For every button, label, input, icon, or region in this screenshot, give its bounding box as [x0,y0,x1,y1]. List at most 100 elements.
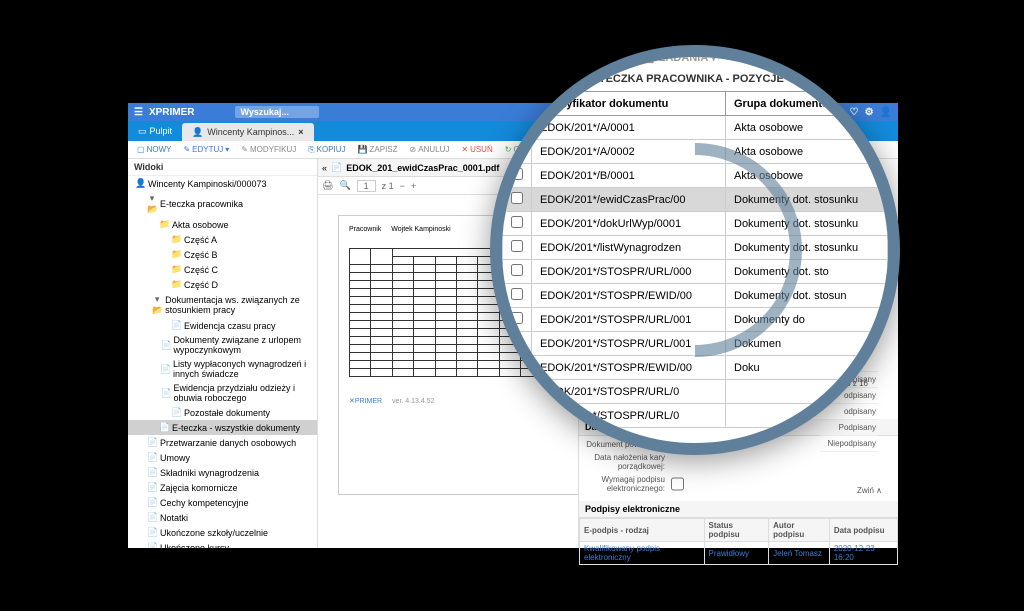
require-signature-checkbox[interactable] [671,475,684,493]
search-input[interactable]: Wyszukaj... [235,106,319,118]
zoom-out-icon[interactable]: − [400,181,405,191]
cancel-button[interactable]: ⊘ ANULUJ [405,143,455,156]
cell-grupa: Dokumenty dot. stosunku [726,236,888,260]
sidebar-item[interactable]: 📁Część B [128,247,317,262]
row-checkbox-cell[interactable] [503,116,532,140]
tab-worker[interactable]: 👤 Wincenty Kampinos... × [182,123,314,141]
row-checkbox-cell[interactable] [503,260,532,284]
row-checkbox[interactable] [511,144,523,156]
sidebar-item[interactable]: 📄Ukończone kursy [128,540,317,548]
row-checkbox[interactable] [511,240,523,252]
table-row[interactable]: EDOK/201*/STOSPR/URL/000Dokumenty dot. s… [503,260,888,284]
table-row[interactable]: EDOK/201*/STOSPR/URL/0 [503,380,888,404]
table-row[interactable]: EDOK/201*/ewidCzasPrac/00Dokumenty dot. … [503,188,888,212]
sidebar-item[interactable]: 📁Akta osobowe [128,217,317,232]
sidebar-item-label: Cechy kompetencyjne [160,498,249,508]
table-row[interactable]: EDOK/201*/STOSPR/URL/001Dokumen [503,332,888,356]
sidebar-item[interactable]: ▾📂E-teczka pracownika [128,191,317,217]
new-button[interactable]: ▢ NOWY [132,143,176,156]
save-button[interactable]: 💾 ZAPISZ [353,143,403,156]
row-checkbox[interactable] [511,408,523,420]
zoom-in-icon[interactable]: + [411,181,416,191]
table-row[interactable]: EDOK/201*/STOSPR/URL/001Dokumenty do [503,308,888,332]
row-checkbox-cell[interactable] [503,236,532,260]
sidebar-item[interactable]: ▾📂Dokumentacja ws. związanych ze stosunk… [128,292,317,318]
row-checkbox[interactable] [511,288,523,300]
sidebar-item[interactable]: 📄Listy wypłaconych wynagrodzeń i innych … [128,357,317,381]
row-checkbox-cell[interactable] [503,380,532,404]
edit-button[interactable]: ✎ EDYTUJ ▾ [178,143,234,156]
row-checkbox-cell[interactable] [503,164,532,188]
table-row[interactable]: EDOK/201*/dokUrlWyp/0001Dokumenty dot. s… [503,212,888,236]
row-checkbox-cell[interactable] [503,284,532,308]
sidebar-item[interactable]: 📄Umowy [128,450,317,465]
row-checkbox[interactable] [511,264,523,276]
row-checkbox-cell[interactable] [503,140,532,164]
copy-button[interactable]: ⎘ KOPIUJ [303,143,350,157]
row-checkbox[interactable] [511,336,523,348]
col-id[interactable]: Identyfikator dokumentu [532,92,726,116]
email-button[interactable]: ✉ EMAIL [726,51,773,64]
close-icon[interactable]: × [298,127,303,137]
row-checkbox[interactable] [511,168,523,180]
table-row[interactable]: EDOK/201*/A/0001Akta osobowe [503,116,888,140]
sidebar-item[interactable]: 📄Ewidencja przydziału odzieży i obuwia r… [128,381,317,405]
table-row[interactable]: EDOK/201*/A/0002Akta osobowe [503,140,888,164]
sidebar-item[interactable]: 📄Przetwarzanie danych osobowych [128,435,317,450]
sidebar-item[interactable]: 📁Część C [128,262,317,277]
sidebar-item[interactable]: 📄Ukończone szkoły/uczelnie [128,525,317,540]
wszystkie-link[interactable]: Wszy [799,73,827,85]
row-checkbox-cell[interactable] [503,188,532,212]
sidebar-item[interactable]: 📄Notatki [128,510,317,525]
cell-grupa [726,404,888,428]
table-row[interactable]: EDOK/201*/STOSPR/EWID/00Doku [503,356,888,380]
sidebar-item[interactable]: 📁Część D [128,277,317,292]
zwin-link[interactable]: Zwiń ∧ [857,486,882,495]
row-checkbox-cell[interactable] [503,404,532,428]
mag-title: E-TECZKA PRACOWNIKA - POZYCJE [588,73,784,85]
row-checkbox[interactable] [511,216,523,228]
sidebar-item[interactable]: 📄Dokumenty związane z urlopem wypoczynko… [128,333,317,357]
row-checkbox[interactable] [511,312,523,324]
cell-grupa: Akta osobowe [726,140,888,164]
sidebar-item[interactable]: 👤Wincenty Kampinoski/000073 [128,176,317,191]
sidebar-item[interactable]: 📄Składniki wynagrodzenia [128,465,317,480]
zadania-button[interactable]: 📋 ZADANIA ▾ [642,51,716,64]
row-checkbox[interactable] [511,192,523,204]
row-checkbox-cell[interactable] [503,332,532,356]
sidebar-item-label: Część D [184,280,218,290]
row-checkbox-cell[interactable] [503,308,532,332]
search-icon[interactable]: 🔍 [339,180,350,191]
row-checkbox[interactable] [511,384,523,396]
sidebar-item[interactable]: 📄Ewidencja czasu pracy [128,318,317,333]
col-grupa[interactable]: Grupa dokumentów [726,92,888,116]
magnifier-overlay: 📋 ZADANIA ▾ ✉ EMAIL ⚙ E-TECZKA PRACOWNIK… [490,45,900,455]
page-number[interactable]: 1 [357,180,376,192]
table-row[interactable]: EDOK/201*/STOSPR/EWID/00Dokumenty dot. s… [503,284,888,308]
sidebar-item[interactable]: 📄Zajęcia komornicze [128,480,317,495]
tab-label: Wincenty Kampinos... [207,127,294,137]
row-checkbox[interactable] [511,120,523,132]
select-all-checkbox[interactable] [511,96,523,108]
tab-pulpit[interactable]: ▭ Pulpit [128,121,182,141]
signature-row[interactable]: Kwalifikowany podpis elektroniczny Prawi… [580,542,898,565]
collapse-icon[interactable]: « [322,163,327,173]
dropdown-icon[interactable]: ▾ [788,72,794,85]
row-checkbox-cell[interactable] [503,212,532,236]
print-icon[interactable]: 🖨 [322,180,333,191]
menu-icon[interactable]: ☰ [134,107,143,118]
row-checkbox[interactable] [511,360,523,372]
table-row[interactable]: EDOK/201*/B/0001Akta osobowe [503,164,888,188]
select-all-cell[interactable] [503,92,532,116]
sidebar-item[interactable]: 📄Cechy kompetencyjne [128,495,317,510]
delete-button[interactable]: ✕ USUŃ [456,143,497,156]
sidebar-item[interactable]: 📁Część A [128,232,317,247]
table-row[interactable]: EDOK/201*/listWynagrodzenDokumenty dot. … [503,236,888,260]
sidebar-item[interactable]: 📄Pozostałe dokumenty [128,405,317,420]
table-row[interactable]: EDOK/201*/STOSPR/URL/0 [503,404,888,428]
gear-icon[interactable]: ⚙ [572,72,582,85]
row-checkbox-cell[interactable] [503,356,532,380]
doc-icon: 📄 [147,542,157,548]
sidebar-item[interactable]: 📄E-teczka - wszystkie dokumenty [128,420,317,435]
modify-button[interactable]: ✎ MODYFIKUJ [236,143,301,156]
